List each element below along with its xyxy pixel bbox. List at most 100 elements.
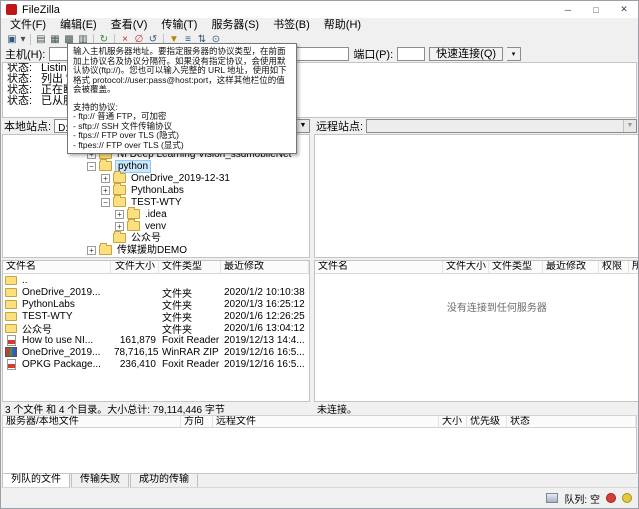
toggle-local-tree-icon[interactable]: ▦ bbox=[48, 34, 62, 46]
menu-file[interactable]: 文件(F) bbox=[3, 18, 53, 33]
close-button[interactable]: ✕ bbox=[610, 1, 638, 18]
file-name: PythonLabs bbox=[19, 299, 111, 310]
file-size: 236,410 bbox=[111, 359, 159, 370]
tree-item-selected[interactable]: − python bbox=[3, 160, 309, 172]
file-row[interactable]: OneDrive_2019... 文件夹 2020/1/2 10:10:38 bbox=[3, 286, 309, 298]
folder-icon bbox=[127, 209, 140, 219]
column-header-modified[interactable]: 最近修改 bbox=[543, 261, 599, 273]
window-title: FileZilla bbox=[22, 4, 60, 16]
menu-bookmarks[interactable]: 书签(B) bbox=[266, 18, 317, 33]
tab-failed-transfers[interactable]: 传输失败 bbox=[71, 474, 129, 488]
folder-icon bbox=[99, 245, 112, 255]
column-header-permissions[interactable]: 权限 bbox=[599, 261, 629, 273]
folder-icon bbox=[3, 288, 19, 297]
folder-icon bbox=[113, 233, 126, 243]
menu-help[interactable]: 帮助(H) bbox=[317, 18, 368, 33]
tree-item-label: .idea bbox=[143, 209, 169, 220]
menu-transfer[interactable]: 传输(T) bbox=[154, 18, 204, 33]
folder-up-icon bbox=[3, 276, 19, 285]
tree-item[interactable]: + OneDrive_2019-12-31 bbox=[3, 172, 309, 184]
file-row[interactable]: .. bbox=[3, 274, 309, 286]
site-manager-icon[interactable]: ▣ bbox=[5, 34, 19, 46]
column-header-filename[interactable]: 文件名 bbox=[315, 261, 443, 273]
tab-queued-files[interactable]: 列队的文件 bbox=[2, 474, 70, 488]
column-header-server-local-file[interactable]: 服务器/本地文件 bbox=[3, 416, 181, 427]
expander-icon[interactable]: + bbox=[101, 186, 110, 195]
folder-icon bbox=[113, 173, 126, 183]
tree-item[interactable]: + venv bbox=[3, 220, 309, 232]
column-header-remote-file[interactable]: 远程文件 bbox=[213, 416, 439, 427]
file-modified: 2019/12/16 16:5... bbox=[221, 347, 309, 358]
remote-status: 未连接。 bbox=[310, 401, 637, 416]
file-row[interactable]: How to use NI... 161,879 Foxit Reader ..… bbox=[3, 334, 309, 346]
file-row[interactable]: OPKG Package... 236,410 Foxit Reader .. … bbox=[3, 358, 309, 370]
chevron-down-icon[interactable]: ▼ bbox=[296, 120, 309, 132]
file-row[interactable]: PythonLabs 文件夹 2020/1/3 16:25:12 bbox=[3, 298, 309, 310]
expander-icon[interactable]: − bbox=[101, 198, 110, 207]
column-header-direction[interactable]: 方向 bbox=[181, 416, 213, 427]
column-header-priority[interactable]: 优先级 bbox=[467, 416, 507, 427]
file-name: OPKG Package... bbox=[19, 359, 111, 370]
expander-icon[interactable]: + bbox=[87, 246, 96, 255]
menu-bar: 文件(F) 编辑(E) 查看(V) 传输(T) 服务器(S) 书签(B) 帮助(… bbox=[1, 18, 638, 33]
column-header-size[interactable]: 大小 bbox=[439, 416, 467, 427]
minimize-button[interactable]: ─ bbox=[554, 1, 582, 18]
status-led-yellow-icon[interactable] bbox=[622, 493, 632, 503]
queue-icon bbox=[546, 493, 558, 503]
remote-site-combo[interactable]: ▼ bbox=[366, 119, 637, 133]
filezilla-window: FileZilla ─ □ ✕ 文件(F) 编辑(E) 查看(V) 传输(T) … bbox=[0, 0, 639, 509]
queue-status-text: 队列: 空 bbox=[564, 491, 600, 506]
zip-file-icon bbox=[3, 347, 19, 357]
column-header-filesize[interactable]: 文件大小 bbox=[443, 261, 489, 273]
file-size: 161,879 bbox=[111, 335, 159, 346]
site-manager-dropdown-icon[interactable]: ▾ bbox=[19, 34, 27, 46]
file-type: WinRAR ZIP ... bbox=[159, 347, 221, 358]
local-site-label: 本地站点: bbox=[4, 118, 51, 134]
column-header-filetype[interactable]: 文件类型 bbox=[159, 261, 221, 273]
folder-icon bbox=[127, 221, 140, 231]
file-row[interactable]: OneDrive_2019... 78,716,157 WinRAR ZIP .… bbox=[3, 346, 309, 358]
tree-item[interactable]: + .idea bbox=[3, 208, 309, 220]
menu-edit[interactable]: 编辑(E) bbox=[53, 18, 104, 33]
file-modified: 2020/1/6 13:04:12 bbox=[221, 323, 309, 334]
file-modified: 2019/12/13 14:4... bbox=[221, 335, 309, 346]
file-name: .. bbox=[19, 275, 111, 286]
maximize-button[interactable]: □ bbox=[582, 1, 610, 18]
tree-item[interactable]: 公众号 bbox=[3, 232, 309, 244]
summary-row: 3 个文件 和 4 个目录。大小总计: 79,114,446 字节 未连接。 bbox=[2, 402, 637, 415]
password-input[interactable] bbox=[293, 47, 349, 61]
tree-item[interactable]: − TEST-WTY bbox=[3, 196, 309, 208]
port-input[interactable] bbox=[397, 47, 425, 61]
expander-icon[interactable]: + bbox=[101, 174, 110, 183]
log-status-label: 状态: bbox=[3, 96, 41, 107]
tree-item-label: 传媒援助DEMO bbox=[115, 245, 189, 256]
expander-icon[interactable]: − bbox=[87, 162, 96, 171]
file-type: Foxit Reader .. bbox=[159, 359, 221, 370]
quickconnect-button[interactable]: 快速连接(Q) bbox=[429, 47, 503, 61]
quickconnect-button-label: 快速连接(Q) bbox=[436, 48, 496, 60]
pdf-file-icon bbox=[3, 359, 19, 370]
expander-icon[interactable]: + bbox=[115, 210, 124, 219]
column-header-owner[interactable]: 所有者/组 bbox=[629, 261, 639, 273]
tree-item-label: OneDrive_2019-12-31 bbox=[129, 173, 232, 184]
title-bar: FileZilla ─ □ ✕ bbox=[1, 1, 638, 18]
toggle-message-log-icon[interactable]: ▤ bbox=[34, 34, 48, 46]
tree-item[interactable]: + 传媒援助DEMO bbox=[3, 244, 309, 256]
file-row[interactable]: 公众号 文件夹 2020/1/6 13:04:12 bbox=[3, 322, 309, 334]
column-header-status[interactable]: 状态 bbox=[507, 416, 636, 427]
expander-icon[interactable]: + bbox=[115, 222, 124, 231]
local-list-header: 文件名 文件大小 文件类型 最近修改 bbox=[3, 261, 309, 274]
quickconnect-dropdown-icon[interactable]: ▾ bbox=[507, 47, 521, 61]
column-header-modified[interactable]: 最近修改 bbox=[221, 261, 309, 273]
menu-view[interactable]: 查看(V) bbox=[104, 18, 155, 33]
file-modified: 2020/1/3 16:25:12 bbox=[221, 299, 309, 310]
status-led-red-icon[interactable] bbox=[606, 493, 616, 503]
tab-successful-transfers[interactable]: 成功的传输 bbox=[130, 474, 198, 488]
column-header-filesize[interactable]: 文件大小 bbox=[111, 261, 159, 273]
tree-item[interactable]: + PythonLabs bbox=[3, 184, 309, 196]
column-header-filetype[interactable]: 文件类型 bbox=[489, 261, 543, 273]
file-name: OneDrive_2019... bbox=[19, 347, 111, 358]
menu-server[interactable]: 服务器(S) bbox=[204, 18, 266, 33]
local-pane: + NI Deep Learning Vision_ssdmobileNet −… bbox=[2, 134, 310, 402]
column-header-filename[interactable]: 文件名 bbox=[3, 261, 111, 273]
